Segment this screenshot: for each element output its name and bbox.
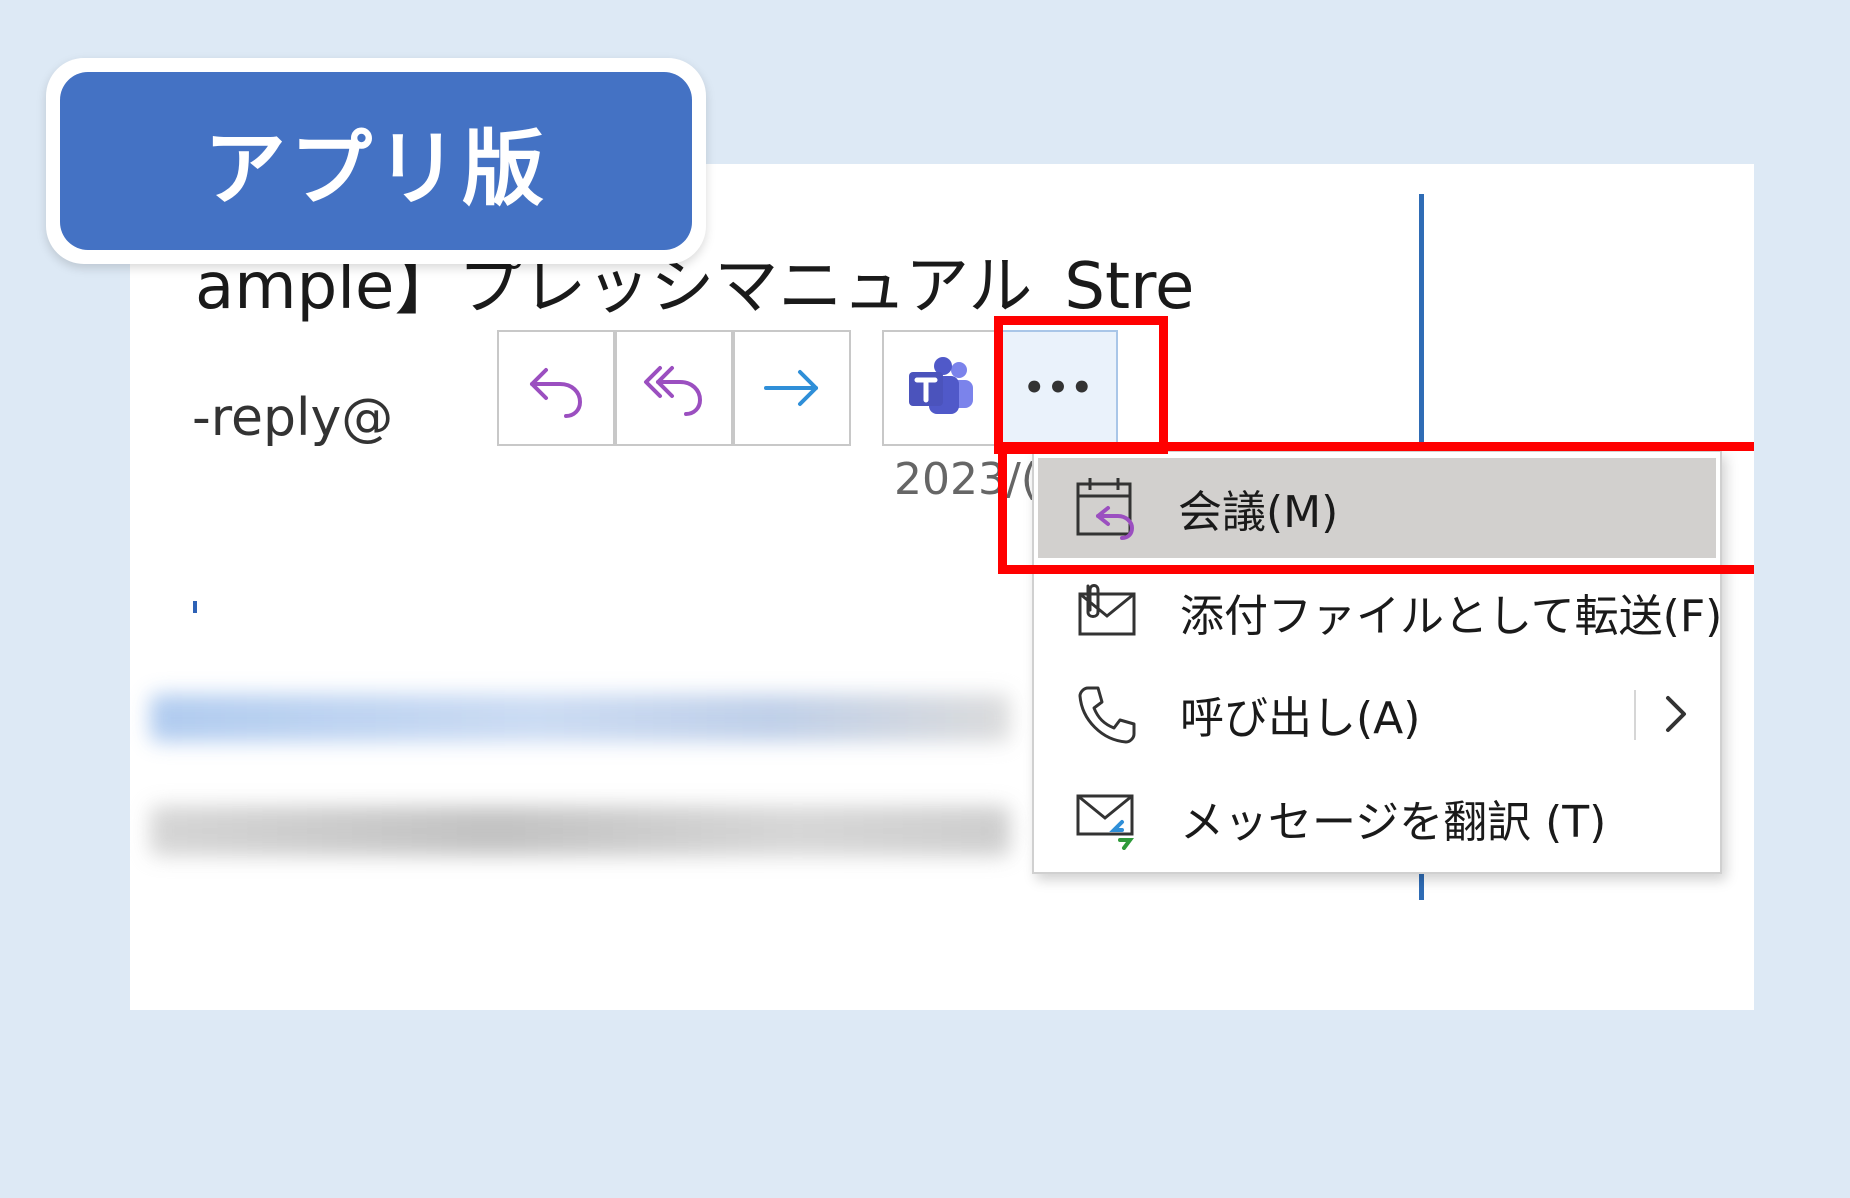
forward-as-attachment-icon [1078, 584, 1136, 636]
reply-all-icon [644, 366, 703, 416]
submenu-divider [1634, 690, 1636, 740]
teams-button[interactable] [882, 330, 1000, 446]
menu-item-call[interactable]: 呼び出し(A) [1034, 664, 1720, 764]
reply-button[interactable] [497, 330, 615, 446]
blurred-body-line [150, 806, 1010, 856]
menu-item-label: 呼び出し(A) [1180, 693, 1421, 744]
badge-label: アプリ版 [60, 72, 692, 250]
forward-icon [764, 370, 818, 406]
menu-item-translate[interactable]: メッセージを翻訳 (T) [1034, 768, 1720, 868]
reply-all-button[interactable] [615, 330, 733, 446]
text-fragment [193, 601, 197, 613]
email-sender[interactable]: -reply@ [192, 388, 393, 448]
email-reading-pane: ample】プレッシマニュアル_Stre... -reply@ ••• 2023… [130, 164, 1754, 1010]
phone-icon [1078, 686, 1136, 744]
app-version-badge: アプリ版 [46, 58, 706, 264]
forward-button[interactable] [733, 330, 851, 446]
translate-message-icon [1076, 794, 1134, 850]
teams-icon [909, 357, 973, 414]
menu-item-label: 添付ファイルとして転送(F) [1180, 591, 1723, 642]
highlight-meeting-item [998, 442, 1754, 574]
reply-icon [530, 368, 583, 418]
chevron-right-icon[interactable] [1658, 688, 1694, 740]
highlight-more-button [994, 316, 1168, 454]
blurred-recipient-line [150, 694, 1010, 742]
menu-item-label: メッセージを翻訳 (T) [1180, 797, 1607, 848]
menu-item-forward-as-attachment[interactable]: 添付ファイルとして転送(F) [1034, 562, 1723, 662]
